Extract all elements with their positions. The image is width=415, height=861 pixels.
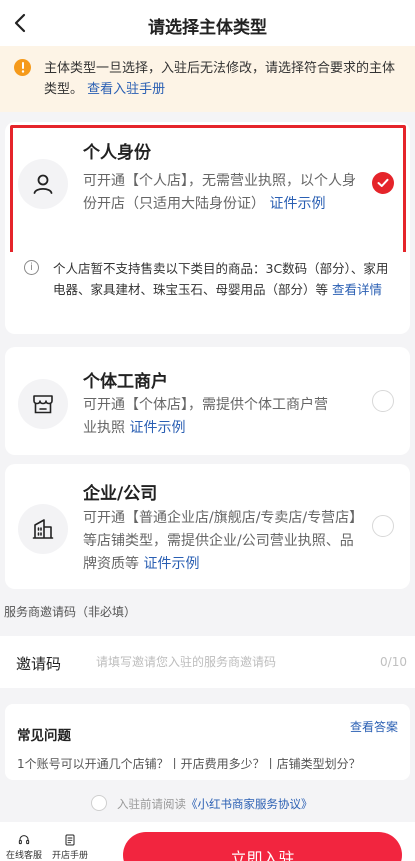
view-answers-link[interactable]: 查看答案: [350, 718, 398, 735]
option-card-personal[interactable]: 个人身份 可开通【个人店】，无需营业执照，以个人身份开店（只适用大陆身份证） 证…: [5, 122, 410, 272]
invite-code-label: 邀请码: [16, 655, 62, 673]
invite-code-input[interactable]: [96, 650, 361, 674]
faq-card: 常见问题 查看答案 1个账号可以开通几个店铺？丨开店费用多少？丨店铺类型划分？: [5, 704, 410, 780]
faq-questions[interactable]: 1个账号可以开通几个店铺？丨开店费用多少？丨店铺类型划分？: [17, 755, 361, 772]
faq-title: 常见问题: [17, 728, 71, 744]
option-title: 企业/公司: [83, 484, 158, 504]
document-icon: [65, 834, 75, 846]
entry-manual-link[interactable]: 查看入驻手册: [87, 82, 165, 97]
tool-label: 开店手册: [51, 851, 88, 861]
shop-manual-button[interactable]: 开店手册: [50, 834, 90, 861]
tool-label: 在线客服: [5, 851, 42, 861]
option-desc: 可开通【普通企业店/旗舰店/专卖店/专营店】等店铺类型，需提供企业/公司营业执照…: [83, 510, 357, 572]
building-icon: [18, 504, 68, 554]
document-example-link[interactable]: 证件示例: [269, 196, 325, 212]
online-service-button[interactable]: 在线客服: [4, 834, 44, 861]
info-circle-icon: i: [24, 260, 39, 275]
option-card-company[interactable]: 企业/公司 可开通【普通企业店/旗舰店/专卖店/专营店】等店铺类型，需提供企业/…: [5, 464, 410, 589]
service-agreement-link[interactable]: 《小红书商家服务协议》: [186, 797, 313, 811]
option-radio[interactable]: [372, 515, 394, 537]
option-card-individual-business[interactable]: 个体工商户 可开通【个体店】，需提供个体工商户营业执照 证件示例: [5, 347, 410, 455]
view-details-link[interactable]: 查看详情: [332, 282, 382, 297]
document-example-link[interactable]: 证件示例: [143, 556, 199, 572]
nav-bar: 请选择主体类型: [0, 0, 415, 46]
option-title: 个体工商户: [83, 372, 168, 392]
char-counter: 0/10: [380, 655, 407, 669]
document-example-link[interactable]: 证件示例: [129, 420, 185, 436]
person-icon: [18, 159, 68, 209]
exclamation-circle-icon: [14, 59, 31, 76]
agreement-prefix: 入驻前请阅读: [117, 797, 186, 811]
storefront-icon: [18, 379, 68, 429]
selected-check-icon[interactable]: [372, 172, 394, 194]
invite-code-row: 邀请码 0/10: [0, 636, 415, 688]
option-desc: 可开通【个体店】，需提供个体工商户营业执照: [83, 397, 328, 436]
invite-section-label: 服务商邀请码（非必填）: [4, 605, 137, 619]
agreement-checkbox[interactable]: [91, 795, 107, 811]
headset-icon: [18, 835, 30, 845]
agreement-row: 入驻前请阅读《小红书商家服务协议》: [0, 790, 415, 818]
option-title: 个人身份: [83, 143, 151, 163]
page-title: 请选择主体类型: [148, 18, 267, 38]
submit-button[interactable]: 立即入驻: [123, 832, 402, 861]
option-radio[interactable]: [372, 390, 394, 412]
notice-banner: 主体类型一旦选择，入驻后无法修改，请选择符合要求的主体类型。 查看入驻手册: [0, 46, 415, 112]
